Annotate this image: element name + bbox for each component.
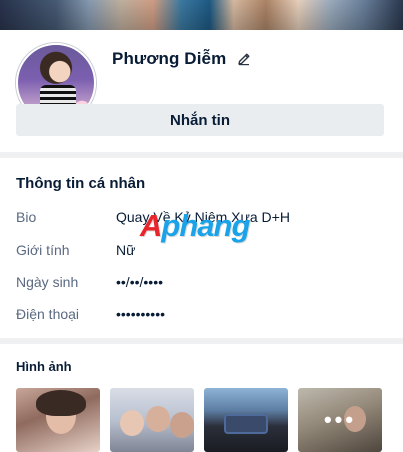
photo-grid: ••• — [16, 388, 382, 452]
profile-header: Phương Diễm Nhắn tin — [0, 30, 403, 152]
profile-name: Phương Diễm — [112, 49, 227, 68]
more-photos-button[interactable]: ••• — [298, 388, 382, 452]
pencil-icon[interactable] — [236, 51, 252, 67]
cover-photo[interactable] — [0, 0, 403, 30]
section-divider — [0, 338, 403, 344]
info-label: Ngày sinh — [16, 274, 79, 290]
photo-thumbnail-more[interactable]: ••• — [298, 388, 382, 452]
photos-title: Hình ảnh — [16, 359, 72, 374]
info-label: Điện thoại — [16, 306, 80, 322]
info-row-phone: Điện thoại •••••••••• — [16, 304, 386, 324]
watermark-text: phang — [161, 208, 250, 243]
info-row-birthday: Ngày sinh ••/••/•••• — [16, 272, 386, 292]
info-value: ••/••/•••• — [116, 274, 163, 290]
info-label: Giới tính — [16, 242, 70, 258]
message-button[interactable]: Nhắn tin — [16, 104, 384, 136]
info-value: •••••••••• — [116, 306, 166, 322]
personal-info-title: Thông tin cá nhân — [16, 175, 146, 192]
photo-thumbnail[interactable] — [16, 388, 100, 452]
photo-thumbnail[interactable] — [204, 388, 288, 452]
section-divider — [0, 152, 403, 158]
name-row: Phương Diễm — [112, 47, 252, 71]
info-label: Bio — [16, 209, 37, 225]
info-value: Nữ — [116, 242, 136, 258]
watermark-logo: Aphang — [140, 208, 250, 244]
profile-panel: Phương Diễm Nhắn tin Thông tin cá nhân B… — [0, 0, 403, 452]
watermark-letter: A — [140, 208, 162, 243]
photo-thumbnail[interactable] — [110, 388, 194, 452]
